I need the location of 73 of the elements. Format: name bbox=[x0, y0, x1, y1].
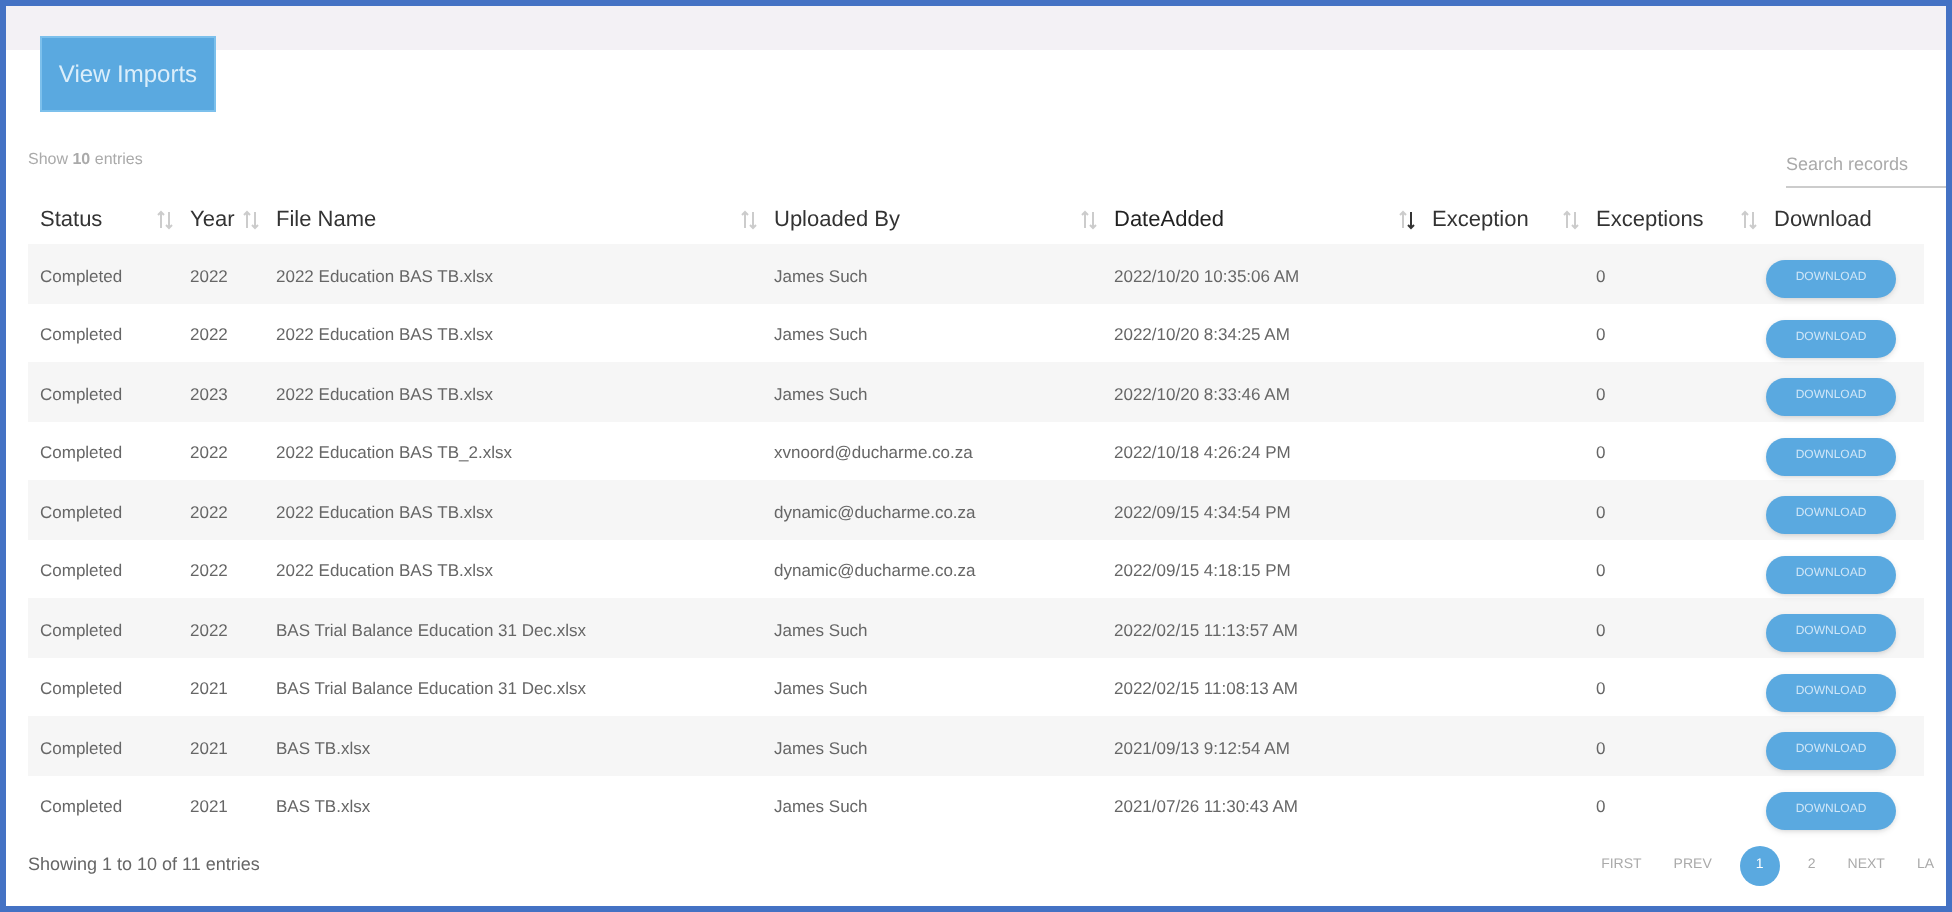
table-cell: 0 bbox=[1596, 737, 1606, 758]
column-header[interactable]: Download bbox=[1774, 203, 1872, 237]
table-cell: 2022/09/15 4:34:54 PM bbox=[1114, 501, 1291, 522]
column-header[interactable]: Uploaded By bbox=[774, 203, 900, 237]
table-cell: 0 bbox=[1596, 560, 1606, 581]
table-cell: xvnoord@ducharme.co.za bbox=[774, 442, 973, 463]
table-cell: James Such bbox=[774, 796, 868, 817]
table-cell: 2022/02/15 11:13:57 AM bbox=[1114, 619, 1299, 640]
entries-info-label: Showing 1 to 10 of 11 entries bbox=[28, 852, 260, 879]
table-cell: 0 bbox=[1596, 324, 1606, 345]
table-cell: 0 bbox=[1596, 501, 1606, 522]
table-cell: Completed bbox=[40, 737, 123, 758]
table-cell: 0 bbox=[1596, 265, 1606, 286]
table-cell: BAS TB.xlsx bbox=[276, 796, 371, 817]
column-header[interactable]: Status bbox=[40, 203, 103, 237]
table-cell: dynamic@ducharme.co.za bbox=[774, 560, 976, 581]
table-cell: 2022 Education BAS TB.xlsx bbox=[276, 383, 494, 404]
table-cell: James Such bbox=[774, 678, 868, 699]
view-imports-button[interactable]: View Imports bbox=[40, 36, 216, 112]
table-cell: 2022 Education BAS TB.xlsx bbox=[276, 265, 494, 286]
table-cell: 2022/10/20 10:35:06 AM bbox=[1114, 265, 1300, 286]
table-cell: Completed bbox=[40, 678, 123, 699]
column-header[interactable]: File Name bbox=[276, 203, 377, 237]
table-cell: 2022 bbox=[190, 619, 228, 640]
table-cell: 2022 Education BAS TB.xlsx bbox=[276, 501, 494, 522]
table-cell: Completed bbox=[40, 324, 123, 345]
table-cell: Completed bbox=[40, 265, 123, 286]
table-cell: Completed bbox=[40, 383, 123, 404]
column-header[interactable]: Exception bbox=[1432, 203, 1529, 237]
table-cell: 2021 bbox=[190, 796, 228, 817]
table-cell: James Such bbox=[774, 383, 868, 404]
column-header[interactable]: Year bbox=[190, 203, 235, 237]
table-cell: James Such bbox=[774, 324, 868, 345]
table-cell: BAS TB.xlsx bbox=[276, 737, 371, 758]
table-cell: 2021 bbox=[190, 737, 228, 758]
column-header[interactable]: DateAdded bbox=[1114, 203, 1225, 237]
table-cell: 2022 Education BAS TB_2.xlsx bbox=[276, 442, 512, 463]
table-cell: Completed bbox=[40, 501, 123, 522]
table-cell: 2021/07/26 11:30:43 AM bbox=[1114, 796, 1299, 817]
table-cell: 2022 Education BAS TB.xlsx bbox=[276, 324, 494, 345]
table-cell: 0 bbox=[1596, 442, 1606, 463]
table-cell: Completed bbox=[40, 619, 123, 640]
table-cell: Completed bbox=[40, 560, 123, 581]
table-cell: James Such bbox=[774, 265, 868, 286]
table-cell: 2022 bbox=[190, 324, 228, 345]
entries-length-label: Show 10 entries bbox=[28, 148, 143, 172]
table-cell: 2023 bbox=[190, 383, 228, 404]
search-field[interactable]: Search records bbox=[1786, 151, 1946, 188]
table-cell: 2022 bbox=[190, 501, 228, 522]
table-cell: 2021 bbox=[190, 678, 228, 699]
table-cell: 2022/10/20 8:34:25 AM bbox=[1114, 324, 1290, 345]
table-cell: 2022 bbox=[190, 560, 228, 581]
table-cell: 0 bbox=[1596, 383, 1606, 404]
table-cell: 2022/10/18 4:26:24 PM bbox=[1114, 442, 1291, 463]
table-cell: Completed bbox=[40, 442, 123, 463]
table-cell: 0 bbox=[1596, 619, 1606, 640]
table-cell: BAS Trial Balance Education 31 Dec.xlsx bbox=[276, 678, 586, 699]
table-cell: BAS Trial Balance Education 31 Dec.xlsx bbox=[276, 619, 586, 640]
table-cell: 2022 Education BAS TB.xlsx bbox=[276, 560, 494, 581]
table-cell: 2022/09/15 4:18:15 PM bbox=[1114, 560, 1291, 581]
table-cell: 2022/02/15 11:08:13 AM bbox=[1114, 678, 1299, 699]
table-cell: 2022 bbox=[190, 265, 228, 286]
table-cell: 2022 bbox=[190, 442, 228, 463]
table-cell: James Such bbox=[774, 737, 868, 758]
table-cell: dynamic@ducharme.co.za bbox=[774, 501, 976, 522]
table-cell: James Such bbox=[774, 619, 868, 640]
table-cell: 2021/09/13 9:12:54 AM bbox=[1114, 737, 1290, 758]
table-cell: 0 bbox=[1596, 796, 1606, 817]
column-header[interactable]: Exceptions bbox=[1596, 203, 1704, 237]
table-cell: 0 bbox=[1596, 678, 1606, 699]
table-cell: Completed bbox=[40, 796, 123, 817]
sort-icon[interactable] bbox=[1398, 210, 1416, 230]
table-cell: 2022/10/20 8:33:46 AM bbox=[1114, 383, 1290, 404]
